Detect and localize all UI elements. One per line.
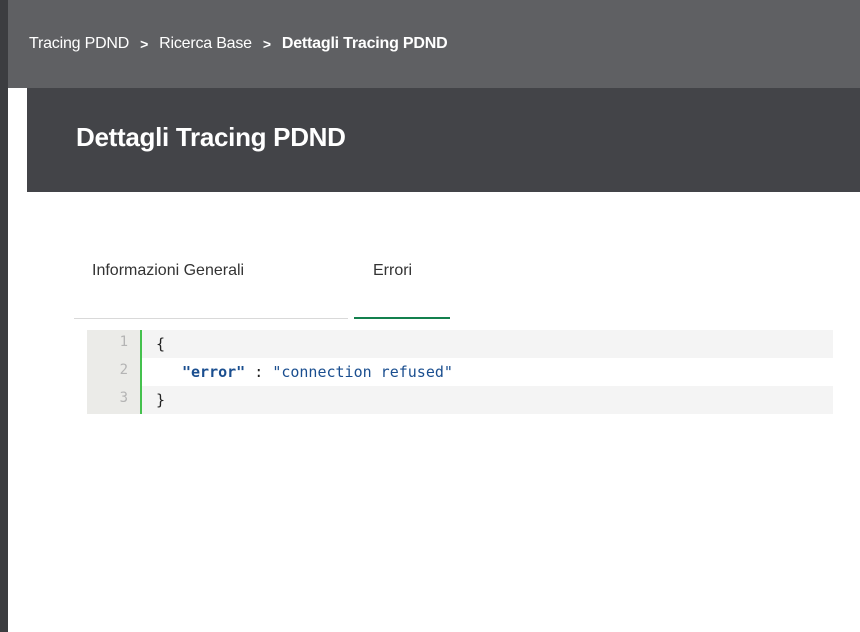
breadcrumb-current: Dettagli Tracing PDND	[281, 35, 448, 52]
breadcrumb-item-tracing-pdnd[interactable]: Tracing PDND	[29, 35, 129, 53]
json-colon: :	[245, 363, 273, 381]
breadcrumb-item-ricerca-base[interactable]: Ricerca Base	[159, 35, 252, 53]
code-line: "error" : "connection refused"	[142, 358, 833, 386]
chevron-right-icon: >	[262, 36, 271, 52]
page-header: Dettagli Tracing PDND	[27, 88, 860, 192]
active-tab-indicator	[354, 317, 450, 319]
json-key: "error"	[182, 363, 246, 381]
line-number-gutter: 1 2 3	[87, 330, 142, 414]
json-code-editor[interactable]: 1 2 3 { "error" : "connection refused" }	[87, 330, 833, 414]
json-close-brace: }	[156, 391, 166, 409]
left-edge-strip	[0, 0, 8, 632]
json-entry: "error" : "connection refused"	[182, 358, 453, 386]
code-line: {	[142, 330, 833, 358]
breadcrumb: Tracing PDND > Ricerca Base > Dettagli T…	[8, 0, 860, 88]
chevron-right-icon: >	[140, 36, 149, 52]
json-string-value: "connection refused"	[272, 363, 453, 381]
code-line: }	[142, 386, 833, 414]
tab-divider	[74, 318, 348, 319]
tab-informazioni-generali[interactable]: Informazioni Generali	[92, 262, 244, 280]
line-number: 3	[119, 390, 128, 406]
json-open-brace: {	[156, 335, 166, 353]
code-area[interactable]: { "error" : "connection refused" }	[142, 330, 833, 414]
line-number: 2	[119, 362, 128, 378]
page-title: Dettagli Tracing PDND	[76, 122, 346, 152]
line-number: 1	[119, 334, 128, 350]
tab-bar: Informazioni Generali Errori	[74, 252, 479, 320]
tab-errori[interactable]: Errori	[373, 262, 412, 280]
